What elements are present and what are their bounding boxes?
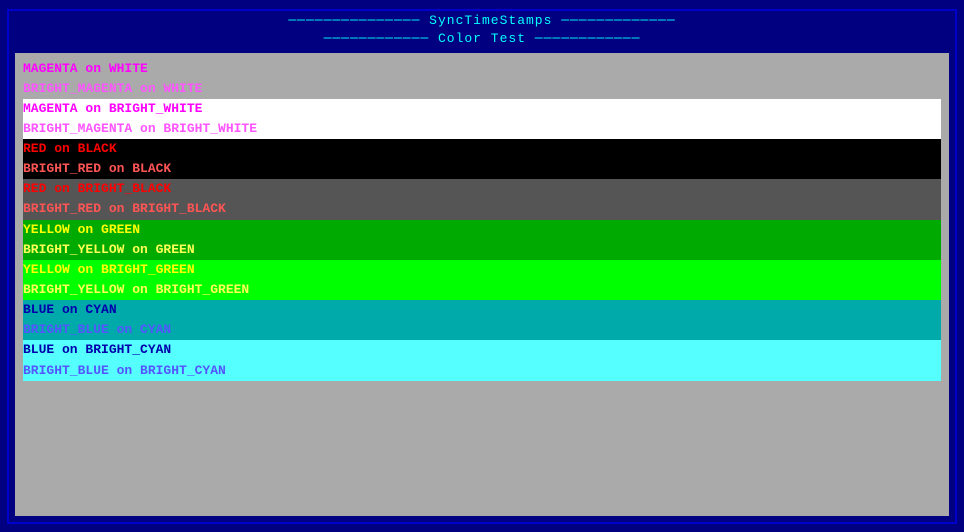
bright-red-on-bright-black: BRIGHT_RED on BRIGHT_BLACK — [23, 199, 941, 219]
red-on-black: RED on BLACK — [23, 139, 941, 159]
yellow-on-bright-green: YELLOW on BRIGHT_GREEN — [23, 260, 941, 280]
bright-magenta-on-bright-white: BRIGHT_MAGENTA on BRIGHT_WHITE — [23, 119, 941, 139]
subtitle-bar: ──────────── Color Test ──────────── — [9, 30, 955, 47]
magenta-on-white: MAGENTA on WHITE — [23, 59, 941, 79]
outer-window: ─────────────── SyncTimeStamps ─────────… — [7, 9, 957, 524]
blue-on-cyan: BLUE on CYAN — [23, 300, 941, 320]
blue-on-bright-cyan: BLUE on BRIGHT_CYAN — [23, 340, 941, 360]
inner-window: MAGENTA on WHITEBRIGHT_MAGENTA on WHITEM… — [13, 51, 951, 518]
bright-red-on-black: BRIGHT_RED on BLACK — [23, 159, 941, 179]
bright-yellow-on-green: BRIGHT_YELLOW on GREEN — [23, 240, 941, 260]
bright-blue-on-cyan: BRIGHT_BLUE on CYAN — [23, 320, 941, 340]
bright-blue-on-bright-cyan: BRIGHT_BLUE on BRIGHT_CYAN — [23, 361, 941, 381]
yellow-on-green: YELLOW on GREEN — [23, 220, 941, 240]
bright-yellow-on-bright-green: BRIGHT_YELLOW on BRIGHT_GREEN — [23, 280, 941, 300]
bright-magenta-on-white: BRIGHT_MAGENTA on WHITE — [23, 79, 941, 99]
magenta-on-bright-white: MAGENTA on BRIGHT_WHITE — [23, 99, 941, 119]
red-on-bright-black: RED on BRIGHT_BLACK — [23, 179, 941, 199]
title-bar: ─────────────── SyncTimeStamps ─────────… — [9, 11, 955, 30]
